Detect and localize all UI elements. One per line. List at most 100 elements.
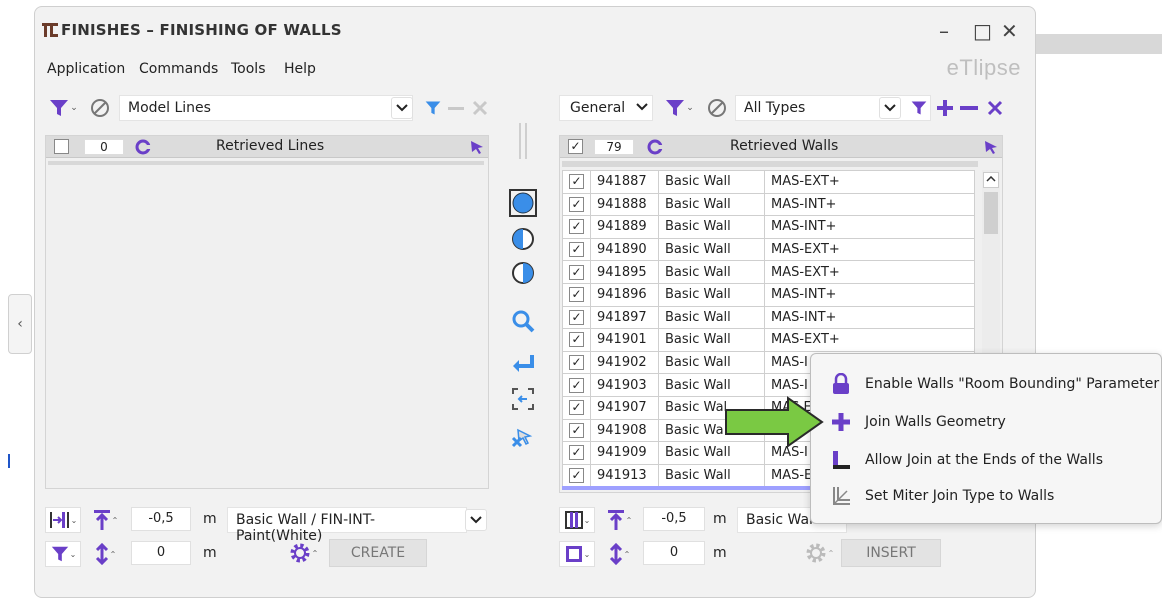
row-checkbox[interactable]: ✓ — [569, 468, 584, 484]
row-checkbox-cell[interactable]: ✓ — [562, 418, 591, 443]
types-select[interactable]: All Types — [735, 95, 931, 121]
scroll-thumb[interactable] — [984, 192, 998, 234]
table-row[interactable]: ✓ 941897 Basic Wall MAS-INT+ — [562, 305, 975, 330]
left-height-input[interactable]: 0 — [131, 541, 191, 565]
left-filter-dropdown[interactable]: ⌄ — [45, 95, 81, 121]
create-button[interactable]: CREATE — [329, 539, 427, 567]
row-checkbox[interactable]: ✓ — [569, 422, 584, 438]
walls-pick-button[interactable] — [982, 138, 1000, 156]
table-row[interactable]: ✓ 941901 Basic Wall MAS-EXT+ — [562, 328, 975, 352]
return-arrow-icon — [513, 355, 534, 372]
left-clear-button[interactable] — [469, 95, 491, 121]
family-cell: Basic Wall — [658, 192, 765, 217]
types-dropdown-button[interactable] — [879, 97, 901, 119]
left-offset-mode[interactable]: ⌃ — [87, 507, 123, 533]
row-checkbox-cell[interactable]: ✓ — [562, 237, 591, 262]
right-height-input[interactable]: 0 — [643, 541, 705, 565]
row-checkbox[interactable]: ✓ — [569, 400, 584, 416]
row-checkbox[interactable]: ✓ — [569, 219, 584, 235]
table-row[interactable]: ✓ 941887 Basic Wall MAS-EXT+ — [562, 170, 975, 194]
row-checkbox-cell[interactable]: ✓ — [562, 441, 591, 465]
menu-item-allow-join-ends[interactable]: Allow Join at the Ends of the Walls — [811, 442, 1162, 478]
left-clear-filter-button[interactable] — [87, 95, 113, 121]
left-side-tool-button[interactable] — [509, 225, 537, 253]
right-clear-button[interactable] — [983, 95, 1007, 121]
lines-refresh-button[interactable] — [134, 138, 152, 156]
menu-tools[interactable]: Tools — [231, 61, 266, 77]
left-remove-button[interactable] — [445, 95, 467, 121]
row-checkbox-cell[interactable]: ✓ — [562, 282, 591, 307]
left-offset-input[interactable]: -0,5 — [131, 507, 191, 531]
row-checkbox[interactable]: ✓ — [569, 332, 584, 348]
row-checkbox-cell[interactable]: ✓ — [562, 260, 591, 284]
right-remove-button[interactable] — [957, 95, 981, 121]
right-layout-dropdown[interactable]: ⌄ — [559, 507, 595, 533]
lines-select-all-checkbox[interactable] — [54, 139, 69, 154]
fit-view-tool-button[interactable] — [509, 385, 537, 413]
row-checkbox[interactable]: ✓ — [569, 242, 584, 258]
category-select[interactable]: General — [559, 95, 653, 121]
lines-pick-button[interactable] — [468, 138, 486, 156]
insert-button[interactable]: INSERT — [841, 539, 941, 567]
row-checkbox[interactable]: ✓ — [569, 377, 584, 393]
walls-refresh-button[interactable] — [646, 138, 664, 156]
row-checkbox-cell[interactable]: ✓ — [562, 350, 591, 375]
left-filter-mode-dropdown[interactable]: ⌄ — [45, 541, 81, 567]
left-filter-apply-button[interactable] — [421, 95, 445, 121]
right-add-button[interactable] — [933, 95, 957, 121]
left-wall-type-select[interactable]: Basic Wall / FIN-INT-Paint(White) — [227, 507, 467, 544]
menu-item-join-geometry[interactable]: Join Walls Geometry — [811, 404, 1162, 440]
left-wall-type-dropdown-button[interactable] — [465, 509, 487, 531]
row-checkbox[interactable]: ✓ — [569, 445, 584, 461]
row-checkbox[interactable]: ✓ — [569, 287, 584, 303]
table-row[interactable]: ✓ 941895 Basic Wall MAS-EXT+ — [562, 260, 975, 284]
row-checkbox-cell[interactable]: ✓ — [562, 373, 591, 397]
retrieved-lines-header: 0 Retrieved Lines — [46, 136, 488, 158]
right-filter-apply-button[interactable] — [907, 95, 931, 121]
select-all-tool-button[interactable] — [509, 189, 537, 217]
clear-selection-tool-button[interactable] — [509, 423, 537, 451]
transfer-tool-button[interactable] — [509, 351, 537, 379]
table-row[interactable]: ✓ 941896 Basic Wall MAS-INT+ — [562, 282, 975, 307]
row-checkbox[interactable]: ✓ — [569, 174, 584, 190]
row-checkbox[interactable]: ✓ — [569, 196, 584, 212]
right-offset-mode[interactable]: ⌃ — [601, 507, 637, 533]
scroll-up-button[interactable] — [983, 172, 999, 188]
left-source-select[interactable]: Model Lines — [119, 95, 413, 121]
right-shape-dropdown[interactable]: ⌄ — [559, 541, 595, 567]
table-row[interactable]: ✓ 941890 Basic Wall MAS-EXT+ — [562, 237, 975, 262]
left-settings-button[interactable]: ⌃ — [283, 539, 323, 567]
row-checkbox-cell[interactable]: ✓ — [562, 215, 591, 239]
maximize-button[interactable]: □ — [973, 19, 992, 43]
close-button[interactable]: ✕ — [1001, 19, 1018, 43]
menu-help[interactable]: Help — [284, 61, 316, 77]
right-filter-dropdown[interactable]: ⌄ — [661, 95, 697, 121]
menu-item-miter-join[interactable]: Set Miter Join Type to Walls — [811, 478, 1162, 514]
row-checkbox[interactable]: ✓ — [569, 309, 584, 325]
left-source-dropdown-button[interactable] — [391, 97, 413, 119]
right-settings-button[interactable]: ⌃ — [799, 539, 839, 567]
left-height-mode[interactable]: ⌃ — [87, 541, 123, 567]
right-side-tool-button[interactable] — [509, 259, 537, 287]
zoom-tool-button[interactable] — [509, 307, 537, 335]
row-checkbox-cell[interactable]: ✓ — [562, 305, 591, 330]
side-panel-handle[interactable]: ‹ — [8, 294, 32, 354]
row-checkbox-cell[interactable]: ✓ — [562, 463, 591, 488]
table-row[interactable]: ✓ 941888 Basic Wall MAS-INT+ — [562, 192, 975, 217]
left-align-dropdown[interactable]: ⌄ — [45, 507, 81, 533]
row-checkbox-cell[interactable]: ✓ — [562, 395, 591, 420]
menu-application[interactable]: Application — [47, 61, 125, 77]
row-checkbox-cell[interactable]: ✓ — [562, 192, 591, 217]
menu-item-room-bounding[interactable]: Enable Walls "Room Bounding" Parameter — [811, 366, 1162, 402]
table-row[interactable]: ✓ 941889 Basic Wall MAS-INT+ — [562, 215, 975, 239]
right-height-mode[interactable]: ⌃ — [601, 541, 637, 567]
right-clear-filter-button[interactable] — [705, 95, 729, 121]
row-checkbox[interactable]: ✓ — [569, 264, 584, 280]
menu-commands[interactable]: Commands — [139, 61, 218, 77]
row-checkbox[interactable]: ✓ — [569, 355, 584, 371]
row-checkbox-cell[interactable]: ✓ — [562, 170, 591, 194]
minimize-button[interactable]: – — [939, 19, 949, 43]
walls-select-all-checkbox[interactable]: ✓ — [568, 139, 583, 154]
row-checkbox-cell[interactable]: ✓ — [562, 328, 591, 352]
right-offset-input[interactable]: -0,5 — [643, 507, 705, 531]
